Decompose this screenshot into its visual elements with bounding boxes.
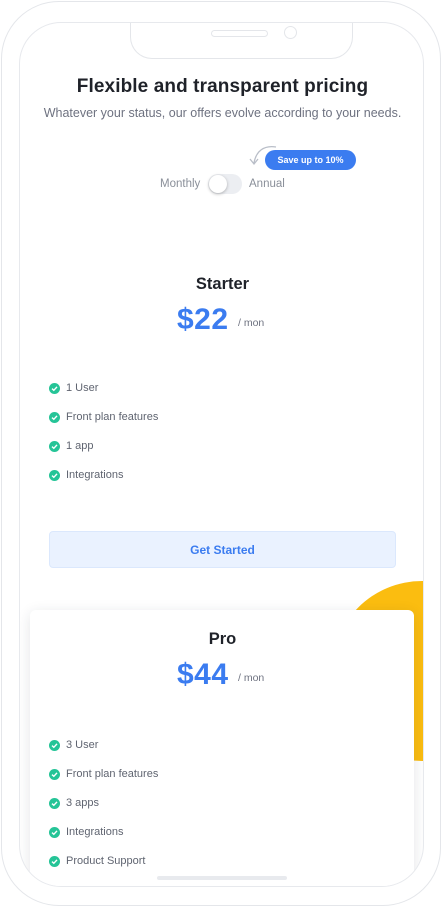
home-indicator: [157, 876, 287, 880]
check-icon: [49, 740, 60, 751]
page-subtitle: Whatever your status, our offers evolve …: [43, 106, 402, 120]
feature-text: Front plan features: [66, 768, 159, 780]
pro-plan-name: Pro: [208, 630, 237, 648]
feature-text: 3 User: [66, 739, 99, 751]
feature-text: Integrations: [66, 826, 124, 838]
phone-screen: Flexible and transparent pricing Whateve…: [19, 22, 424, 887]
list-item: Front plan features: [49, 768, 349, 798]
starter-price-row: $22 / mon: [20, 303, 423, 339]
feature-text: Integrations: [66, 469, 124, 481]
list-item: Integrations: [49, 826, 349, 856]
feature-text: 1 User: [66, 382, 99, 394]
get-started-button[interactable]: Get Started: [49, 531, 396, 568]
list-item: 1 app: [49, 440, 349, 470]
check-icon: [49, 470, 60, 481]
check-icon: [49, 769, 60, 780]
pro-period: / mon: [238, 672, 265, 684]
toggle-knob: [209, 175, 227, 193]
starter-plan-name: Starter: [195, 275, 250, 293]
list-item: Front plan features: [49, 411, 349, 441]
annual-label[interactable]: Annual: [249, 178, 285, 190]
phone-notch: [130, 23, 353, 59]
page-title: Flexible and transparent pricing: [76, 76, 369, 97]
list-item: 1 User: [49, 382, 349, 412]
check-icon: [49, 383, 60, 394]
speaker-icon: [211, 30, 268, 37]
pro-price: $44: [177, 658, 229, 691]
check-icon: [49, 412, 60, 423]
list-item: 3 apps: [49, 797, 349, 827]
starter-price: $22: [177, 303, 229, 336]
feature-text: Product Support: [66, 855, 146, 867]
starter-period: / mon: [238, 317, 265, 329]
list-item: Integrations: [49, 469, 349, 499]
billing-toggle[interactable]: [208, 174, 242, 194]
feature-text: 1 app: [66, 440, 94, 452]
save-badge: Save up to 10%: [265, 150, 356, 170]
list-item: 3 User: [49, 739, 349, 769]
starter-feature-list: 1 User Front plan features 1 app Integra…: [49, 382, 349, 499]
pro-plan-card: Pro $44 / mon 3 User Front plan features…: [30, 610, 414, 886]
pro-feature-list: 3 User Front plan features 3 apps Integr…: [49, 739, 349, 885]
check-icon: [49, 827, 60, 838]
feature-text: 3 apps: [66, 797, 100, 809]
check-icon: [49, 798, 60, 809]
check-icon: [49, 856, 60, 867]
billing-toggle-row: Monthly Annual: [20, 174, 423, 196]
list-item: Product Support: [49, 855, 349, 885]
feature-text: Front plan features: [66, 411, 159, 423]
monthly-label[interactable]: Monthly: [160, 178, 200, 190]
check-icon: [49, 441, 60, 452]
camera-icon: [284, 26, 297, 39]
pro-price-row: $44 / mon: [20, 658, 423, 694]
